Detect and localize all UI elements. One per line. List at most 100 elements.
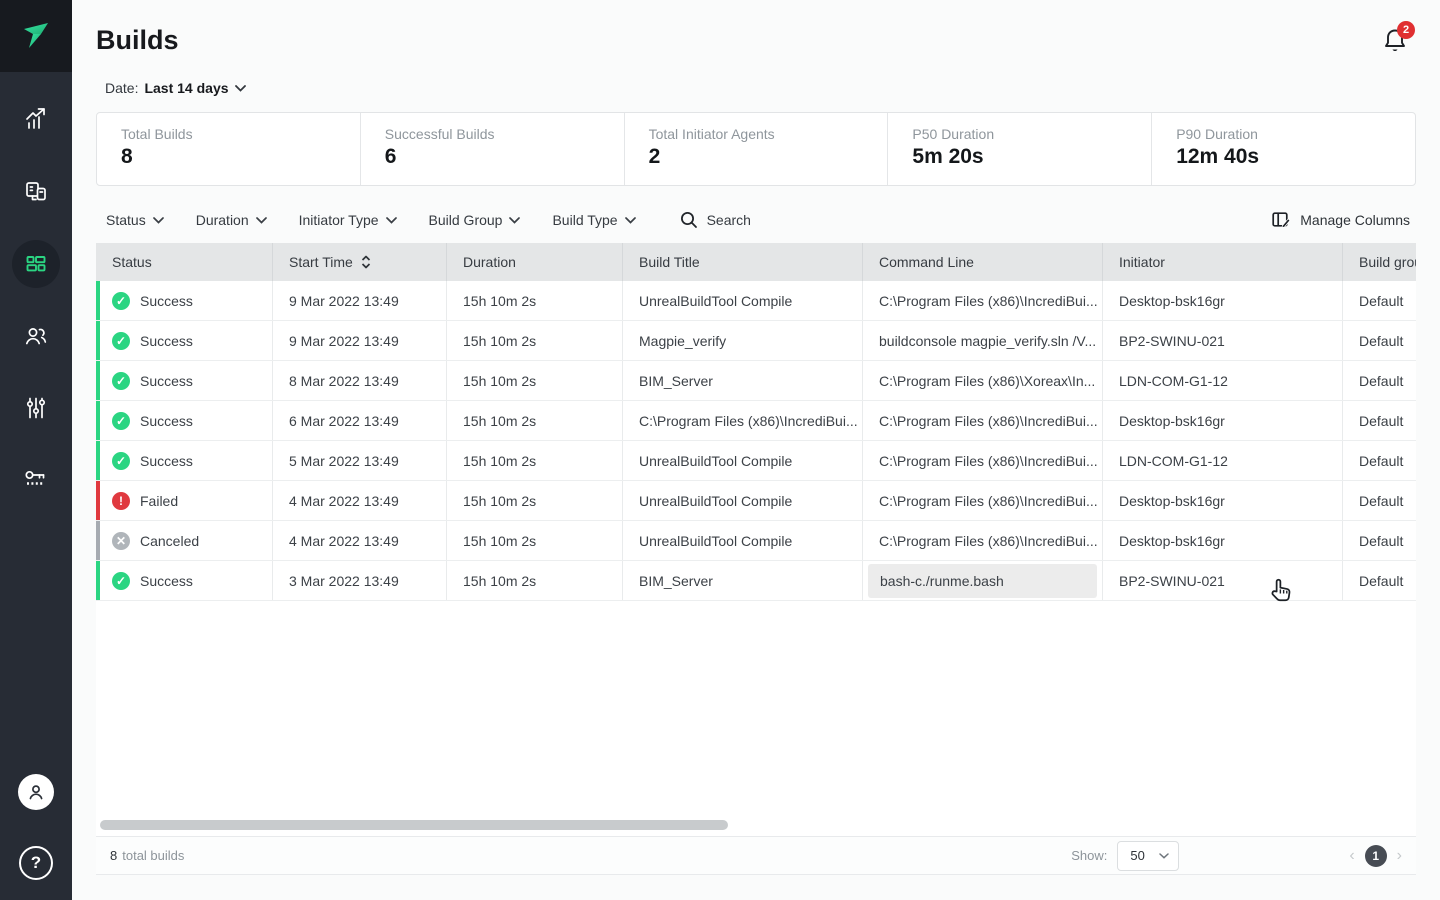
page-size-value: 50 bbox=[1130, 848, 1144, 863]
show-label: Show: bbox=[1071, 848, 1107, 863]
duration-cell: 15h 10m 2s bbox=[447, 401, 623, 440]
column-header-duration[interactable]: Duration bbox=[447, 243, 623, 281]
command-line-highlighted[interactable]: bash-c./runme.bash bbox=[868, 564, 1097, 598]
date-filter[interactable]: Date: Last 14 days bbox=[105, 78, 246, 98]
app-logo[interactable] bbox=[0, 0, 72, 72]
column-header-initiator[interactable]: Initiator bbox=[1103, 243, 1343, 281]
filter-dropdown-initiator-type[interactable]: Initiator Type bbox=[299, 212, 397, 228]
duration-cell: 15h 10m 2s bbox=[447, 281, 623, 320]
notifications-bell[interactable]: 2 bbox=[1382, 26, 1416, 60]
stats-summary-card: Total Builds8Successful Builds6Total Ini… bbox=[96, 112, 1416, 186]
filter-dropdown-build-group[interactable]: Build Group bbox=[429, 212, 521, 228]
filter-dropdown-build-type[interactable]: Build Type bbox=[552, 212, 635, 228]
status-label: Success bbox=[140, 573, 193, 589]
search-icon bbox=[680, 211, 698, 229]
table-row[interactable]: ✕Canceled4 Mar 2022 13:4915h 10m 2sUnrea… bbox=[96, 521, 1416, 561]
status-cell: ✓Success bbox=[96, 321, 273, 360]
duration-cell: 15h 10m 2s bbox=[447, 441, 623, 480]
table-row[interactable]: ✓Success9 Mar 2022 13:4915h 10m 2sMagpie… bbox=[96, 321, 1416, 361]
build-group-cell: Default bbox=[1343, 481, 1416, 520]
help-icon[interactable]: ? bbox=[19, 846, 53, 880]
sidebar-item-users[interactable] bbox=[0, 312, 72, 360]
sidebar-item-builds[interactable] bbox=[0, 240, 72, 288]
start-time-cell: 6 Mar 2022 13:49 bbox=[273, 401, 447, 440]
search-button[interactable]: Search bbox=[680, 211, 751, 229]
sidebar-item-insights[interactable] bbox=[0, 95, 72, 143]
table-row[interactable]: ✓Success5 Mar 2022 13:4915h 10m 2sUnreal… bbox=[96, 441, 1416, 481]
chevron-down-icon bbox=[1159, 853, 1169, 859]
status-cell: ✓Success bbox=[96, 361, 273, 400]
column-header-build-title[interactable]: Build Title bbox=[623, 243, 863, 281]
build-group-cell: Default bbox=[1343, 281, 1416, 320]
page-title: Builds bbox=[96, 25, 179, 56]
column-header-status[interactable]: Status bbox=[96, 243, 273, 281]
filter-label: Build Group bbox=[429, 212, 503, 228]
command-line-cell[interactable]: bash-c./runme.bash bbox=[863, 561, 1103, 600]
stat-card-2: Total Initiator Agents2 bbox=[624, 113, 888, 185]
avatar[interactable] bbox=[18, 774, 54, 810]
stat-label: P50 Duration bbox=[912, 126, 1151, 142]
command-line-cell: C:\Program Files (x86)\IncrediBui... bbox=[863, 521, 1103, 560]
prev-page-button[interactable]: ‹ bbox=[1349, 848, 1354, 864]
start-time-cell: 8 Mar 2022 13:49 bbox=[273, 361, 447, 400]
initiator-cell: Desktop-bsk16gr bbox=[1103, 521, 1343, 560]
command-line-cell: C:\Program Files (x86)\Xoreax\In... bbox=[863, 361, 1103, 400]
chevron-down-icon bbox=[153, 217, 164, 224]
horizontal-scrollbar[interactable] bbox=[100, 820, 728, 830]
key-icon bbox=[12, 454, 60, 502]
column-header-label: Initiator bbox=[1119, 254, 1165, 270]
sidebar-account[interactable] bbox=[0, 774, 72, 810]
column-header-command-line[interactable]: Command Line bbox=[863, 243, 1103, 281]
table-row[interactable]: ✓Success3 Mar 2022 13:4915h 10m 2sBIM_Se… bbox=[96, 561, 1416, 601]
stat-card-4: P90 Duration12m 40s bbox=[1151, 113, 1415, 185]
table-row[interactable]: ✓Success6 Mar 2022 13:4915h 10m 2sC:\Pro… bbox=[96, 401, 1416, 441]
pagination: ‹ 1 › bbox=[1349, 845, 1402, 867]
stat-value: 8 bbox=[121, 145, 360, 169]
person-icon bbox=[26, 782, 46, 802]
success-status-icon: ✓ bbox=[112, 452, 130, 470]
stat-label: Total Builds bbox=[121, 126, 360, 142]
builds-table: StatusStart Time Duration Build Title Comma… bbox=[96, 243, 1416, 836]
initiator-cell: Desktop-bsk16gr bbox=[1103, 281, 1343, 320]
initiator-cell: BP2-SWINU-021 bbox=[1103, 561, 1343, 600]
table-body: ✓Success9 Mar 2022 13:4915h 10m 2sUnreal… bbox=[96, 281, 1416, 601]
start-time-cell: 5 Mar 2022 13:49 bbox=[273, 441, 447, 480]
manage-columns-button[interactable]: Manage Columns bbox=[1272, 211, 1416, 229]
chevron-down-icon bbox=[386, 217, 397, 224]
status-cell: ✕Canceled bbox=[96, 521, 273, 560]
status-label: Success bbox=[140, 373, 193, 389]
build-title-cell: BIM_Server bbox=[623, 361, 863, 400]
filter-dropdown-status[interactable]: Status bbox=[106, 212, 164, 228]
status-cell: ✓Success bbox=[96, 401, 273, 440]
status-label: Canceled bbox=[140, 533, 199, 549]
current-page[interactable]: 1 bbox=[1365, 845, 1387, 867]
sidebar-item-settings[interactable] bbox=[0, 384, 72, 432]
table-row[interactable]: !Failed4 Mar 2022 13:4915h 10m 2sUnrealB… bbox=[96, 481, 1416, 521]
sidebar-item-license[interactable] bbox=[0, 454, 72, 502]
success-status-icon: ✓ bbox=[112, 332, 130, 350]
table-header-row: StatusStart Time Duration Build Title Comma… bbox=[96, 243, 1416, 281]
table-row[interactable]: ✓Success8 Mar 2022 13:4915h 10m 2sBIM_Se… bbox=[96, 361, 1416, 401]
start-time-cell: 4 Mar 2022 13:49 bbox=[273, 521, 447, 560]
column-header-label: Duration bbox=[463, 254, 516, 270]
sidebar-help[interactable]: ? bbox=[0, 846, 72, 880]
duration-cell: 15h 10m 2s bbox=[447, 561, 623, 600]
chevron-down-icon bbox=[256, 217, 267, 224]
agents-icon bbox=[12, 168, 60, 216]
chart-arrow-icon bbox=[12, 95, 60, 143]
build-title-cell: Magpie_verify bbox=[623, 321, 863, 360]
table-row[interactable]: ✓Success9 Mar 2022 13:4915h 10m 2sUnreal… bbox=[96, 281, 1416, 321]
page-size-select[interactable]: 50 bbox=[1117, 841, 1179, 871]
sort-icon bbox=[361, 255, 371, 269]
build-group-cell: Default bbox=[1343, 321, 1416, 360]
filter-label: Duration bbox=[196, 212, 249, 228]
filter-dropdown-duration[interactable]: Duration bbox=[196, 212, 267, 228]
column-header-label: Command Line bbox=[879, 254, 974, 270]
sidebar-item-agents[interactable] bbox=[0, 168, 72, 216]
column-header-start-time[interactable]: Start Time bbox=[273, 243, 447, 281]
column-header-build-group[interactable]: Build group bbox=[1343, 243, 1416, 281]
next-page-button[interactable]: › bbox=[1397, 848, 1402, 864]
incredibuild-logo-icon bbox=[17, 17, 55, 55]
initiator-cell: LDN-COM-G1-12 bbox=[1103, 361, 1343, 400]
table-footer: 8 total builds Show: 50 ‹ 1 › bbox=[96, 836, 1416, 875]
